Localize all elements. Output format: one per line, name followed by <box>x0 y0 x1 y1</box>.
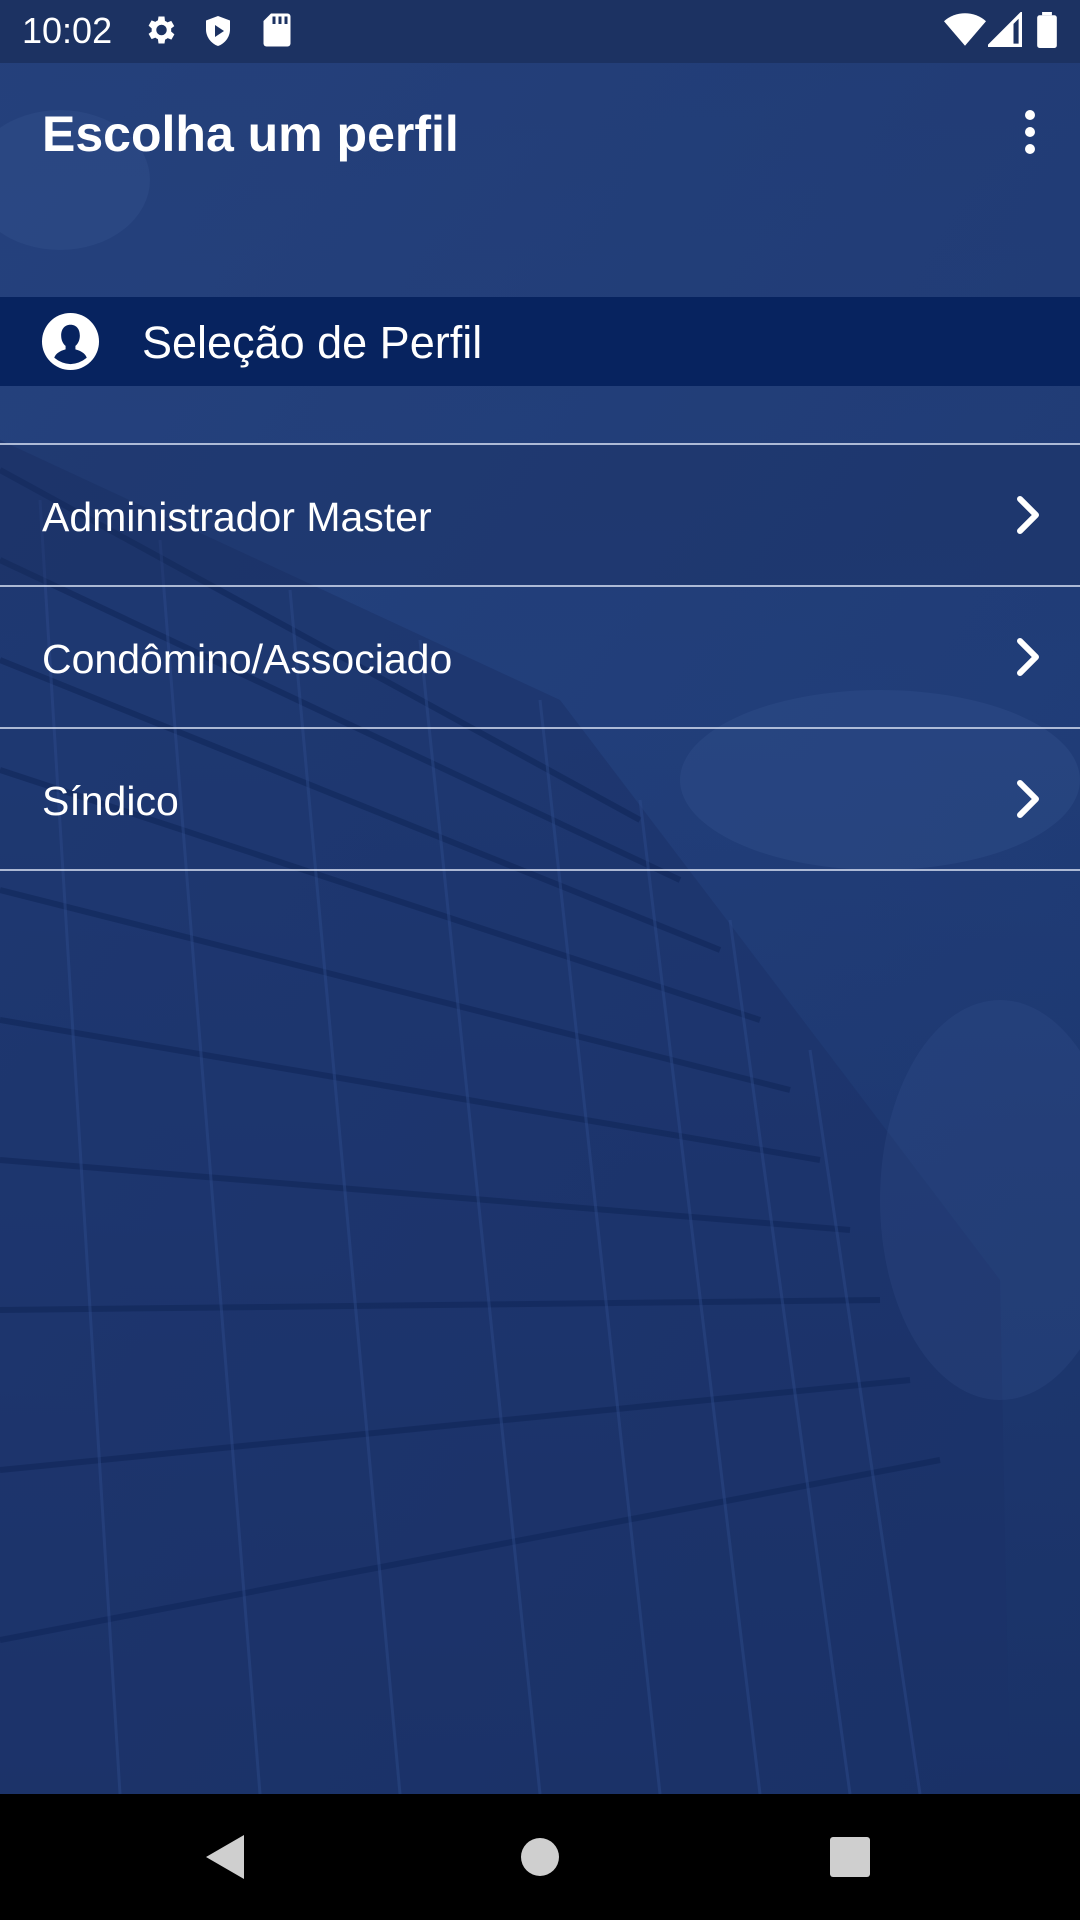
app-bar: Escolha um perfil <box>0 63 1080 231</box>
screen: 10:02 Escolha um perfil Seleção de Perfi… <box>0 0 1080 1920</box>
background-image <box>0 0 1080 1794</box>
list-item-label: Condômino/Associado <box>42 636 453 682</box>
profile-list: Administrador Master Condômino/Associado… <box>0 443 1080 871</box>
status-time: 10:02 <box>22 10 113 51</box>
section-title: Seleção de Perfil <box>142 317 483 368</box>
user-avatar-icon <box>41 312 100 371</box>
list-item-administrador-master[interactable]: Administrador Master <box>0 445 1080 585</box>
back-icon[interactable] <box>196 1827 256 1887</box>
sd-card-icon <box>263 13 291 47</box>
list-item-sindico[interactable]: Síndico <box>0 729 1080 869</box>
chevron-right-icon <box>1017 638 1039 676</box>
wifi-icon <box>944 13 986 46</box>
settings-icon <box>148 16 175 44</box>
navigation-bar <box>0 1794 1080 1920</box>
more-vert-icon[interactable] <box>1010 108 1050 156</box>
battery-icon <box>1037 12 1057 48</box>
list-item-condomino-associado[interactable]: Condômino/Associado <box>0 587 1080 727</box>
recents-icon[interactable] <box>820 1827 880 1887</box>
page-title: Escolha um perfil <box>42 106 459 162</box>
chevron-right-icon <box>1017 496 1039 534</box>
cellular-signal-icon <box>988 12 1022 47</box>
list-item-label: Síndico <box>42 778 179 824</box>
building-facade-pattern <box>0 0 1080 1794</box>
divider <box>0 869 1080 871</box>
shield-icon <box>206 16 230 46</box>
status-bar: 10:02 <box>0 0 1080 63</box>
list-item-label: Administrador Master <box>42 494 432 540</box>
chevron-right-icon <box>1017 780 1039 818</box>
section-header: Seleção de Perfil <box>0 297 1080 386</box>
home-icon[interactable] <box>510 1827 570 1887</box>
